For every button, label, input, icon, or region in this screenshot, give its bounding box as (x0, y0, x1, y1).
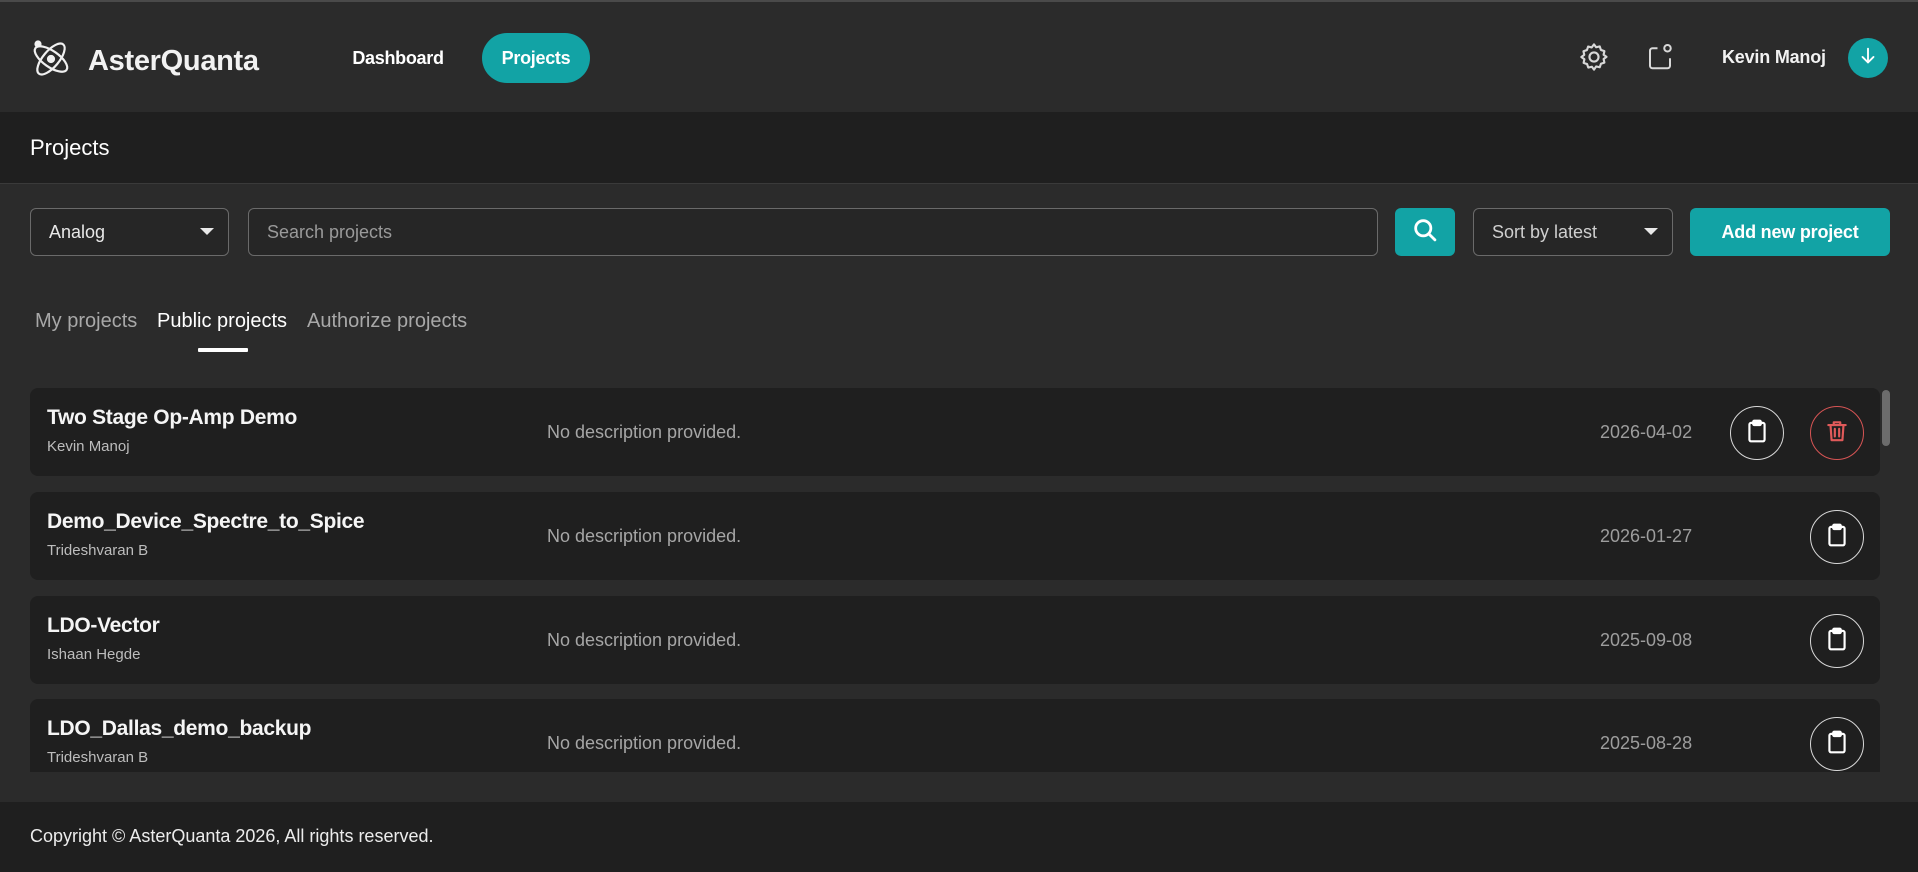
project-title[interactable]: Demo_Device_Spectre_to_Spice (47, 510, 365, 534)
trash-icon (1824, 418, 1850, 449)
copy-project-button[interactable] (1810, 510, 1864, 564)
nav-dashboard[interactable]: Dashboard (340, 33, 456, 83)
category-select-value: Analog (49, 221, 106, 242)
copyright-text: Copyright © AsterQuanta 2026, All rights… (30, 826, 434, 846)
brand-name: AsterQuanta (88, 45, 259, 77)
chevron-down-icon (200, 228, 214, 235)
list-scrollbar[interactable] (1882, 390, 1890, 446)
atom-logo-icon (28, 36, 74, 87)
project-owner: Trideshvaran B (47, 749, 149, 766)
user-name[interactable]: Kevin Manoj (1722, 47, 1826, 68)
project-date: 2025-08-28 (1600, 733, 1693, 753)
project-row[interactable]: Two Stage Op-Amp Demo Kevin Manoj No des… (30, 388, 1880, 476)
project-row[interactable]: LDO_Dallas_demo_backup Trideshvaran B No… (30, 699, 1880, 772)
sort-select[interactable]: Sort by latest (1473, 208, 1673, 256)
clipboard-icon (1824, 729, 1850, 760)
project-description: No description provided. (547, 733, 742, 753)
page-header: Projects (0, 112, 1918, 184)
project-date: 2026-01-27 (1600, 526, 1693, 546)
project-date: 2025-09-08 (1600, 630, 1693, 650)
project-owner: Trideshvaran B (47, 542, 149, 559)
page-title: Projects (30, 135, 110, 160)
clipboard-icon (1824, 522, 1850, 553)
project-row[interactable]: LDO-Vector Ishaan Hegde No description p… (30, 596, 1880, 684)
clipboard-icon (1744, 418, 1770, 449)
search-input[interactable] (248, 208, 1378, 256)
copy-project-button[interactable] (1810, 717, 1864, 771)
project-description: No description provided. (547, 630, 742, 650)
avatar[interactable] (1848, 38, 1888, 78)
project-date: 2026-04-02 (1600, 422, 1693, 442)
project-list: Two Stage Op-Amp Demo Kevin Manoj No des… (30, 388, 1880, 772)
top-navbar: AsterQuanta Dashboard Projects Kevin Man… (0, 2, 1918, 112)
tab-authorize-projects[interactable]: Authorize projects (307, 310, 467, 333)
clipboard-icon (1824, 626, 1850, 657)
copy-project-button[interactable] (1810, 614, 1864, 668)
tab-public-projects[interactable]: Public projects (157, 310, 287, 333)
active-tab-indicator (198, 348, 248, 352)
project-title[interactable]: LDO-Vector (47, 614, 160, 638)
chevron-down-icon (1644, 228, 1658, 235)
project-owner: Ishaan Hegde (47, 646, 141, 663)
add-project-button[interactable]: Add new project (1690, 208, 1890, 256)
footer: Copyright © AsterQuanta 2026, All rights… (0, 802, 1918, 872)
nav-projects[interactable]: Projects (482, 33, 590, 83)
share-icon[interactable] (1642, 39, 1678, 75)
project-row[interactable]: Demo_Device_Spectre_to_Spice Trideshvara… (30, 492, 1880, 580)
brand[interactable]: AsterQuanta (28, 36, 259, 87)
project-owner: Kevin Manoj (47, 438, 130, 455)
tab-my-projects[interactable]: My projects (35, 310, 137, 333)
search-button[interactable] (1395, 208, 1455, 256)
project-description: No description provided. (547, 422, 742, 442)
arrow-down-icon (1857, 45, 1879, 72)
project-description: No description provided. (547, 526, 742, 546)
search-icon (1411, 216, 1439, 249)
delete-project-button[interactable] (1810, 406, 1864, 460)
sort-select-value: Sort by latest (1492, 221, 1598, 242)
category-select[interactable]: Analog (30, 208, 229, 256)
project-title[interactable]: LDO_Dallas_demo_backup (47, 717, 311, 741)
project-title[interactable]: Two Stage Op-Amp Demo (47, 406, 297, 430)
copy-project-button[interactable] (1730, 406, 1784, 460)
gear-icon[interactable] (1576, 39, 1612, 75)
